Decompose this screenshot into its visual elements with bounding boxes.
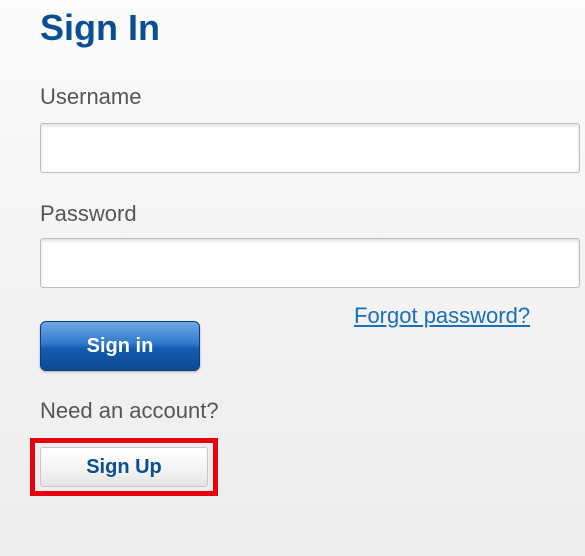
password-label: Password <box>40 201 137 226</box>
sign-up-button[interactable]: Sign Up <box>40 447 208 487</box>
forgot-password-link[interactable]: Forgot password? <box>354 302 530 330</box>
password-input[interactable] <box>40 238 580 288</box>
username-label: Username <box>40 84 142 109</box>
sign-in-button[interactable]: Sign in <box>40 321 200 371</box>
sign-in-panel: Sign In Username Password Forgot passwor… <box>0 0 585 556</box>
need-account-text: Need an account? <box>40 398 219 423</box>
page-title: Sign In <box>40 7 160 48</box>
username-input[interactable] <box>40 123 580 173</box>
